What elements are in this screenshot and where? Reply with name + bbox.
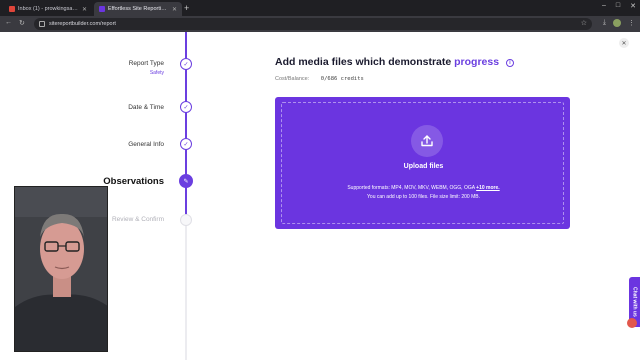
tab-title: Inbox (1) - prowkingsafety@gmail.com (18, 6, 79, 12)
step-review-confirm-label[interactable]: Review & Confirm (112, 216, 164, 223)
more-formats-link[interactable]: +10 more. (476, 185, 500, 191)
step-pending-dot (180, 214, 192, 226)
webcam-overlay (14, 186, 108, 352)
upload-files-label[interactable]: Upload files (282, 163, 565, 170)
step-date-time-label[interactable]: Date & Time (128, 104, 164, 111)
supported-formats: Supported formats: MP4, MOV, MKV, WEBM, … (282, 185, 565, 191)
chat-notification-icon[interactable] (627, 318, 637, 328)
title-text: Add media files which demonstrate (275, 56, 452, 68)
cost-balance: Cost/Balance: 0/686 credits (275, 76, 364, 82)
close-window-icon[interactable]: ✕ (630, 2, 636, 10)
browser-tab-bar: Inbox (1) - prowkingsafety@gmail.com ✕ E… (0, 0, 640, 16)
tab-title: Effortless Site Reporting for Constructi… (108, 6, 169, 12)
maximize-icon[interactable]: □ (616, 2, 620, 10)
step-done-check-icon[interactable]: ✓ (180, 58, 192, 70)
step-general-info-label[interactable]: General Info (128, 141, 164, 148)
chat-label: Chat with us (631, 287, 638, 317)
gmail-icon (9, 6, 15, 12)
step-report-type-value: Safety (149, 70, 164, 76)
step-report-type-label[interactable]: Report Type (129, 60, 164, 67)
nav-buttons: ← ↻ (5, 19, 25, 27)
formats-text: Supported formats: MP4, MOV, MKV, WEBM, … (347, 185, 475, 191)
presenter-video-icon (15, 187, 107, 351)
dropzone-border: Upload files Supported formats: MP4, MOV… (281, 102, 564, 224)
window-controls: – □ ✕ (602, 2, 636, 10)
download-icon[interactable]: ⤓ (603, 19, 606, 27)
tab-inbox[interactable]: Inbox (1) - prowkingsafety@gmail.com ✕ (4, 2, 92, 16)
step-done-check-icon[interactable]: ✓ (180, 101, 192, 113)
cost-label: Cost/Balance: (275, 76, 310, 82)
close-tab-icon[interactable]: ✕ (172, 6, 177, 13)
stepper-rail-pending (185, 218, 187, 360)
step-done-check-icon[interactable]: ✓ (180, 138, 192, 150)
url-text: sitereportbuilder.com/report (49, 21, 116, 27)
back-icon[interactable]: ← (5, 19, 12, 27)
close-tab-icon[interactable]: ✕ (82, 6, 87, 13)
step-observations-label[interactable]: Observations (103, 176, 164, 187)
close-icon[interactable]: ✕ (619, 38, 629, 48)
new-tab-button[interactable]: + (184, 3, 189, 13)
site-info-icon[interactable] (39, 21, 45, 27)
upload-dropzone[interactable]: Upload files Supported formats: MP4, MOV… (275, 97, 570, 229)
pencil-edit-icon[interactable]: ✎ (179, 174, 193, 188)
menu-icon[interactable]: ⋮ (628, 19, 635, 27)
browser-toolbar: ← ↻ sitereportbuilder.com/report ☆ ⤓ ⋮ (0, 16, 640, 32)
site-favicon-icon (99, 6, 105, 12)
reload-icon[interactable]: ↻ (19, 19, 25, 27)
info-icon[interactable]: i (505, 59, 514, 67)
profile-avatar[interactable] (613, 19, 621, 27)
minimize-icon[interactable]: – (602, 2, 606, 10)
tab-site-report[interactable]: Effortless Site Reporting for Constructi… (94, 2, 182, 16)
upload-limits: You can add up to 100 files. File size l… (367, 194, 480, 200)
address-bar[interactable]: sitereportbuilder.com/report ☆ (34, 18, 592, 30)
bookmark-star-icon[interactable]: ☆ (581, 19, 587, 27)
upload-icon[interactable] (411, 125, 443, 157)
browser-actions: ⤓ ⋮ (603, 19, 635, 27)
title-accent: progress (454, 56, 500, 68)
page-title: Add media files which demonstrate progre… (275, 56, 514, 68)
cost-value: 0/686 credits (320, 76, 364, 82)
